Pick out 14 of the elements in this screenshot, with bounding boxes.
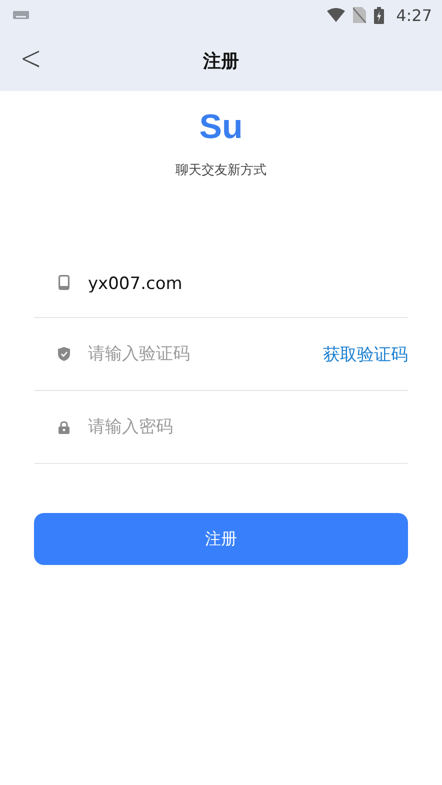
input-field[interactable]: 请输入密码 (88, 414, 408, 440)
wifi-icon (327, 8, 346, 22)
app-logo: Su (198, 109, 244, 146)
register-button[interactable]: 注册 (34, 513, 408, 566)
page-title: 注册 (203, 50, 239, 72)
input-field[interactable]: 请输入验证码 (88, 341, 323, 368)
no-sim-icon (353, 7, 366, 23)
battery-icon (374, 6, 384, 24)
get-code-link[interactable]: 获取验证码 (323, 342, 408, 366)
status-time: 4:27 (396, 6, 432, 24)
input-field[interactable]: yx007.com (88, 271, 408, 298)
back-button[interactable]: < (14, 36, 48, 82)
tagline: 聊天交友新方式 (174, 162, 268, 180)
keyboard-icon (13, 11, 29, 19)
